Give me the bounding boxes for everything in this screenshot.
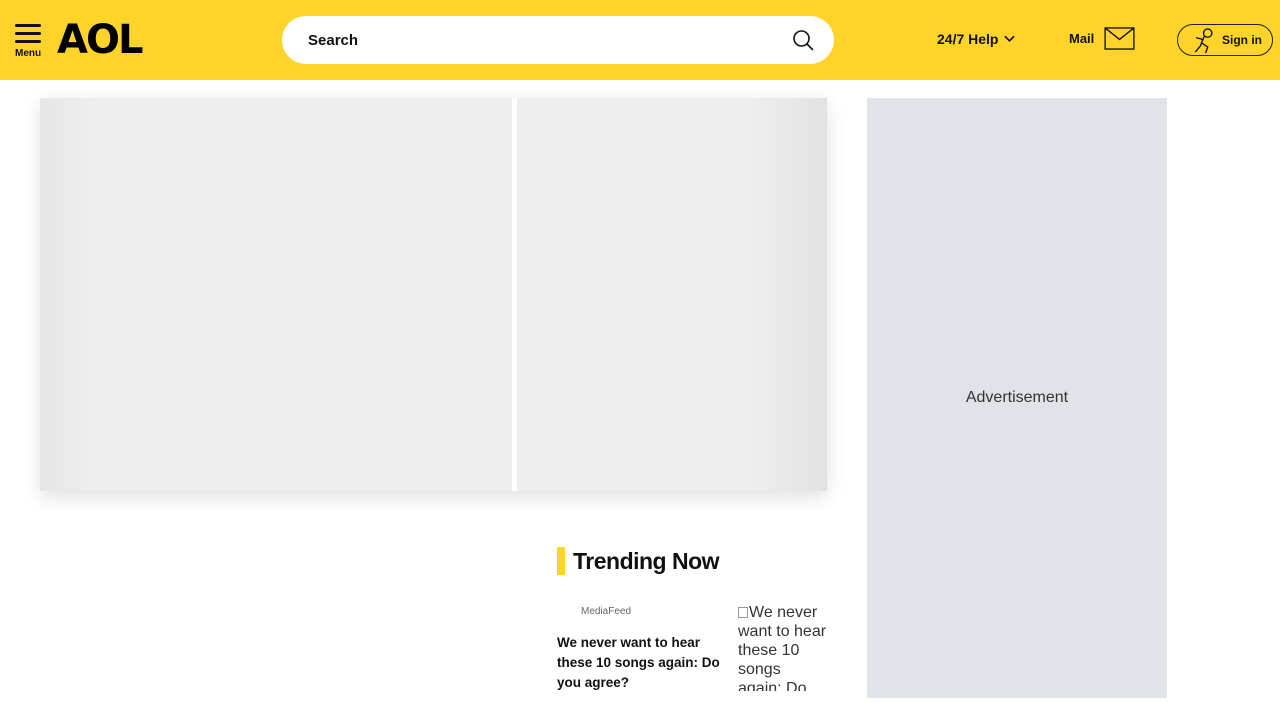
site-header: Menu AOL 24/7 Help Mail Sign in — [0, 0, 1280, 80]
search-input[interactable] — [308, 16, 778, 64]
sign-in-button[interactable]: Sign in — [1177, 24, 1273, 56]
chevron-down-icon — [1004, 35, 1016, 43]
article-source: MediaFeed — [581, 606, 632, 617]
advertisement-slot: Advertisement — [867, 98, 1167, 698]
section-accent-bar — [557, 547, 565, 575]
trending-now-title: Trending Now — [573, 547, 720, 574]
mail-link[interactable]: Mail — [1069, 27, 1135, 50]
trending-article[interactable]: MediaFeed We never want to hear these 10… — [557, 603, 827, 691]
help-label: 24/7 Help — [937, 31, 999, 47]
sign-in-label: Sign in — [1222, 33, 1262, 47]
article-thumbnail-alt-text: We never want to hear these 10 songs aga… — [738, 604, 827, 691]
hero-side-image-placeholder[interactable] — [517, 98, 827, 491]
advertisement-label: Advertisement — [965, 389, 1069, 406]
hero-main-image-placeholder[interactable] — [40, 98, 512, 491]
trending-now-section: Trending Now — [557, 547, 827, 575]
envelope-icon — [1104, 27, 1135, 50]
article-headline[interactable]: We never want to hear these 10 songs aga… — [557, 633, 727, 691]
search-bar — [282, 16, 834, 64]
mail-label: Mail — [1069, 31, 1095, 46]
broken-image-icon — [738, 607, 748, 618]
aol-logo[interactable]: AOL — [57, 20, 143, 60]
search-icon[interactable] — [792, 29, 814, 51]
hero-carousel[interactable] — [40, 98, 827, 491]
menu-label: Menu — [15, 48, 42, 59]
article-thumbnail[interactable]: We never want to hear these 10 songs aga… — [738, 603, 827, 691]
hamburger-icon — [14, 24, 44, 43]
help-dropdown[interactable]: 24/7 Help — [937, 31, 1016, 47]
user-icon — [1195, 27, 1213, 53]
menu-button[interactable]: Menu — [14, 24, 44, 60]
